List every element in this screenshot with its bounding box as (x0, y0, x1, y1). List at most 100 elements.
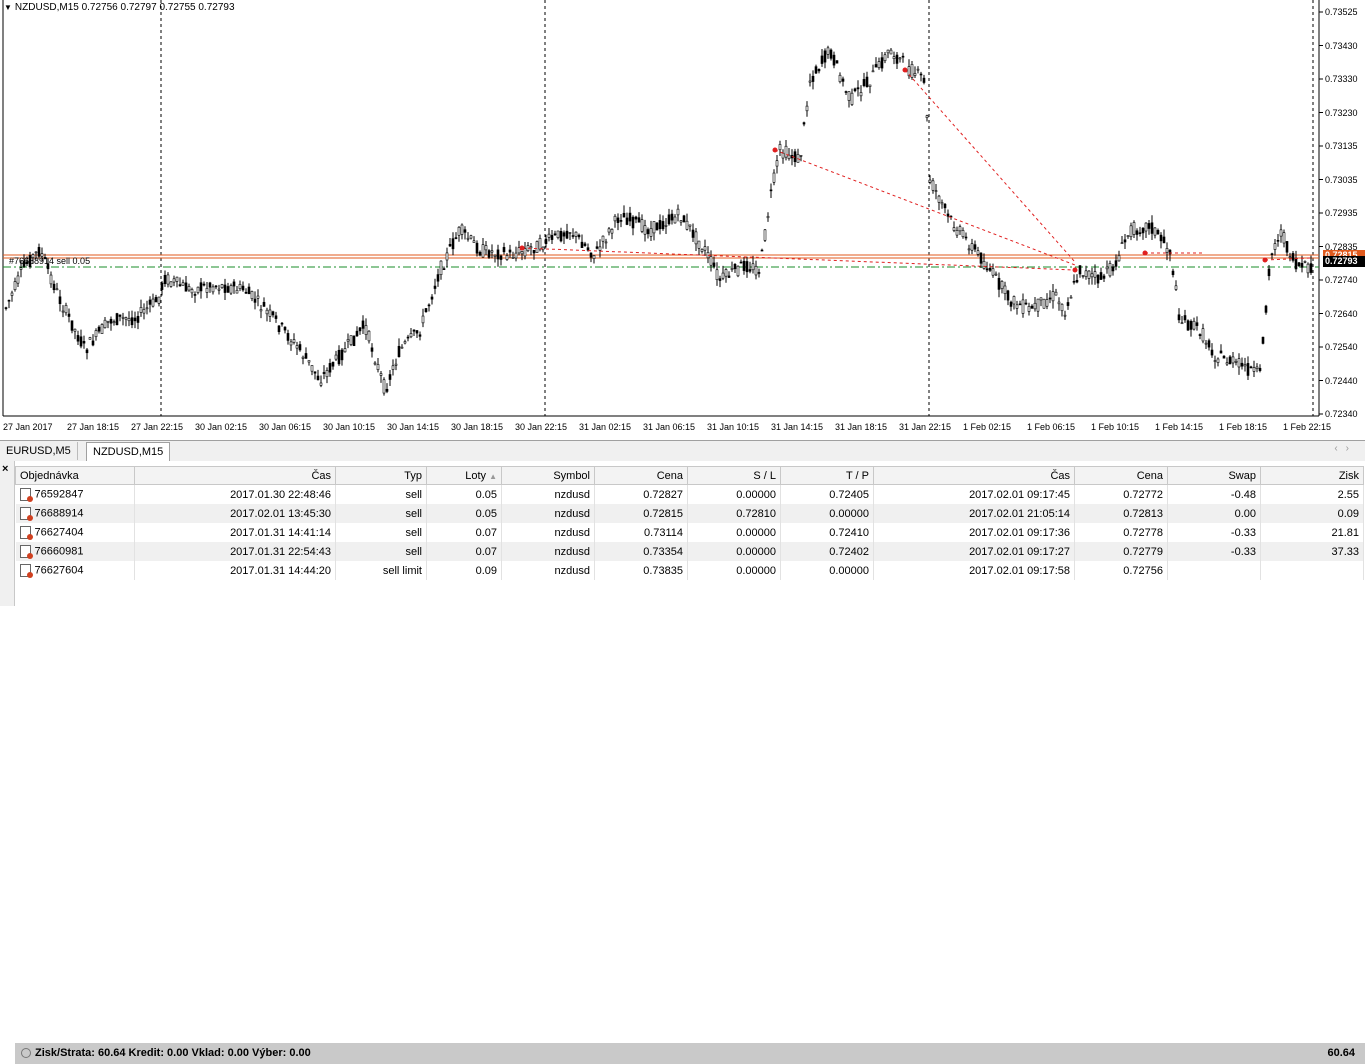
cell-order: 76660981 (15, 542, 135, 561)
candle-body (1123, 239, 1127, 243)
candle-body (1045, 299, 1049, 307)
tab-eurusd-m5[interactable]: EURUSD,M5 (0, 442, 78, 460)
candle-body (835, 60, 839, 64)
candle-body (175, 276, 179, 282)
col-type[interactable]: Typ (335, 466, 427, 485)
candle-body (1171, 270, 1175, 275)
candle-body (166, 274, 170, 285)
cell-type: sell (335, 484, 427, 504)
cell-open-price: 0.73354 (594, 542, 688, 561)
candle-body (784, 145, 788, 158)
col-lots[interactable]: Loty ▲ (426, 466, 502, 485)
cell-tp: 0.72405 (780, 484, 874, 504)
chart-tabs: EURUSD,M5 NZDUSD,M15 ‹› (0, 440, 1365, 462)
candle-body (817, 68, 821, 72)
time-tick-label: 30 Jan 22:15 (515, 422, 568, 432)
cell-close-time: 2017.02.01 09:17:36 (873, 523, 1075, 542)
price-chart[interactable]: ▼ NZDUSD,M15 0.72756 0.72797 0.72755 0.72… (0, 0, 1365, 438)
candle-body (883, 54, 887, 62)
cell-type: sell (335, 542, 427, 561)
trade-marker[interactable] (1262, 257, 1268, 263)
trade-marker[interactable] (1072, 267, 1078, 273)
candle-body (913, 73, 917, 76)
table-row[interactable]: 76688914 2017.02.01 13:45:30 sell 0.05 nzdus… (15, 504, 1364, 523)
candle-body (1231, 356, 1235, 364)
candle-body (1219, 350, 1223, 354)
candle-body (220, 284, 224, 289)
trade-history-line[interactable] (904, 69, 1076, 263)
candle-body (430, 296, 434, 300)
candle-body (511, 257, 515, 259)
candle-body (667, 214, 671, 225)
candle-body (271, 311, 275, 316)
cell-lots: 0.05 (426, 484, 502, 504)
time-tick-label: 31 Jan 02:15 (579, 422, 632, 432)
col-open-time[interactable]: Čas (134, 466, 336, 485)
candle-body (829, 49, 833, 59)
candle-body (490, 250, 494, 253)
col-swap[interactable]: Swap (1167, 466, 1261, 485)
table-row[interactable]: 76627604 2017.01.31 14:44:20 sell limit 0.0… (15, 561, 1364, 580)
col-tp[interactable]: T / P (780, 466, 874, 485)
candle-body (565, 230, 569, 239)
chevron-down-icon[interactable]: ▼ (4, 3, 12, 12)
candle-body (691, 229, 695, 238)
cell-open-price: 0.72815 (594, 504, 688, 523)
candle-body (148, 299, 152, 305)
col-close-price[interactable]: Cena (1074, 466, 1168, 485)
col-sl[interactable]: S / L (687, 466, 781, 485)
tab-nzdusd-m15[interactable]: NZDUSD,M15 (86, 442, 171, 461)
trade-marker[interactable] (772, 147, 778, 153)
candle-body (643, 225, 647, 235)
candle-body (601, 235, 605, 242)
tab-scroll-arrows[interactable]: ‹› (1334, 443, 1357, 454)
candle-body (625, 217, 629, 225)
candle-body (1108, 263, 1112, 277)
candle-body (697, 240, 701, 249)
col-close-time[interactable]: Čas (873, 466, 1075, 485)
table-row[interactable]: 76627404 2017.01.31 14:41:14 sell 0.07 nzdus… (15, 523, 1364, 542)
candle-body (244, 291, 248, 294)
candle-body (1264, 305, 1268, 313)
candle-body (1297, 262, 1301, 266)
candle-body (250, 291, 254, 299)
candle-body (853, 88, 857, 92)
col-profit[interactable]: Zisk (1260, 466, 1364, 485)
candle-body (895, 54, 899, 64)
trade-history-line[interactable] (774, 149, 1076, 266)
candle-body (964, 236, 968, 239)
candle-body (487, 250, 491, 258)
table-row[interactable]: 76592847 2017.01.30 22:48:46 sell 0.05 nzdus… (15, 484, 1364, 504)
candlestick-chart[interactable] (0, 0, 1365, 438)
candle-body (595, 246, 599, 249)
cell-swap: -0.33 (1167, 523, 1261, 542)
candle-body (331, 361, 335, 367)
cell-open-price: 0.72827 (594, 484, 688, 504)
col-open-price[interactable]: Cena (594, 466, 688, 485)
candle-body (820, 55, 824, 64)
candle-body (280, 322, 284, 325)
col-order[interactable]: Objednávka (15, 466, 135, 485)
order-label[interactable]: #76688914 sell 0.05 (9, 256, 90, 266)
col-symbol[interactable]: Symbol (501, 466, 595, 485)
candle-body (433, 285, 437, 289)
trade-marker[interactable] (519, 245, 525, 251)
candle-body (1195, 322, 1199, 326)
price-tick-label: 0.73430 (1325, 40, 1358, 51)
cell-close-price: 0.72772 (1074, 484, 1168, 504)
candle-body (265, 309, 269, 315)
candle-body (916, 68, 920, 71)
candle-body (154, 297, 158, 303)
price-tick-label: 0.73135 (1325, 141, 1358, 151)
trade-marker[interactable] (1142, 250, 1148, 256)
candle-body (205, 287, 209, 293)
candle-body (589, 252, 593, 258)
candle-body (1027, 306, 1031, 312)
candle-body (19, 267, 23, 270)
close-icon[interactable]: × (2, 463, 8, 475)
table-row[interactable]: 76660981 2017.01.31 22:54:43 sell 0.07 nzdus… (15, 542, 1364, 561)
candle-body (1300, 262, 1304, 268)
trade-marker[interactable] (902, 67, 908, 73)
candle-body (112, 321, 116, 324)
candle-body (475, 242, 479, 254)
